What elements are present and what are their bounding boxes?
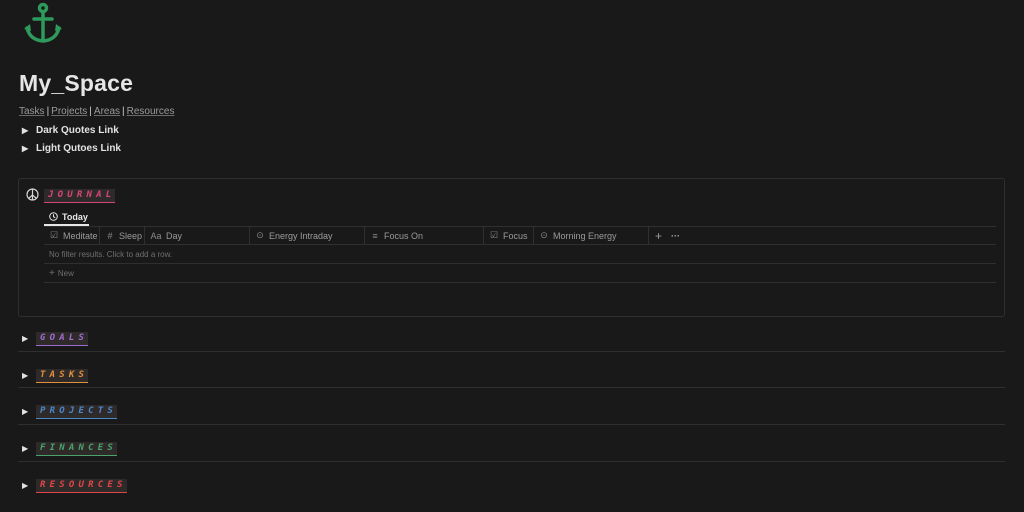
- section-heading-tasks: TASKS: [36, 369, 89, 383]
- toggle-triangle-icon[interactable]: ▶: [22, 334, 36, 343]
- column-label: Morning Energy: [553, 230, 617, 241]
- section-toggle-tasks[interactable]: ▶: [22, 368, 36, 382]
- toggle-triangle-icon[interactable]: ▶: [22, 481, 36, 490]
- column-label: Day: [166, 230, 183, 241]
- column-header-focus[interactable]: ☑ Focus: [484, 226, 534, 245]
- nav-link-tasks[interactable]: Tasks: [19, 106, 45, 117]
- list-icon: ≡: [372, 230, 378, 241]
- section-divider: [18, 424, 1005, 425]
- section-heading-projects: PROJECTS: [36, 405, 117, 419]
- journal-heading: JOURNAL: [44, 189, 116, 203]
- toggle-dark-quotes[interactable]: ▶ Dark Quotes Link: [22, 123, 119, 137]
- column-header-meditate[interactable]: ☑ Meditate: [44, 226, 100, 245]
- section-toggle-resources[interactable]: ▶: [22, 478, 36, 492]
- table-header-row: ☑ Meditate # Sleep Aa Day ⊙ Energy Intra…: [44, 226, 996, 245]
- peace-icon: [26, 188, 39, 201]
- section-toggle-goals[interactable]: ▶: [22, 331, 36, 345]
- more-options-button[interactable]: ···: [669, 227, 693, 245]
- nav-links: Tasks | Projects | Areas | Resources: [19, 106, 174, 117]
- nav-separator: |: [89, 106, 92, 117]
- section-divider: [18, 461, 1005, 462]
- section-toggle-projects[interactable]: ▶: [22, 404, 36, 418]
- nav-link-resources[interactable]: Resources: [127, 106, 175, 117]
- plus-icon: +: [655, 228, 663, 243]
- more-icon: ···: [671, 230, 680, 241]
- nav-separator: |: [122, 106, 125, 117]
- text-icon: Aa: [150, 230, 162, 241]
- section-toggle-finances[interactable]: ▶: [22, 441, 36, 455]
- column-label: Energy Intraday: [269, 230, 333, 241]
- column-label: Meditate: [63, 230, 98, 241]
- section-heading-resources: RESOURCES: [36, 479, 127, 493]
- plus-icon: +: [49, 268, 55, 279]
- nav-link-areas[interactable]: Areas: [94, 106, 120, 117]
- page-title: My_Space: [19, 70, 134, 96]
- select-icon: ⊙: [540, 230, 548, 240]
- column-header-sleep[interactable]: # Sleep: [100, 226, 145, 245]
- toggle-light-quotes[interactable]: ▶ Light Qutoes Link: [22, 141, 121, 155]
- section-divider: [18, 351, 1005, 352]
- column-header-morning-energy[interactable]: ⊙ Morning Energy: [534, 226, 649, 245]
- empty-filter-message[interactable]: No filter results. Click to add a row.: [44, 246, 996, 264]
- column-header-focus-on[interactable]: ≡ Focus On: [365, 226, 484, 245]
- number-icon: #: [107, 230, 113, 241]
- section-heading-finances: FINANCES: [36, 442, 117, 456]
- column-label: Focus: [503, 230, 528, 241]
- nav-link-projects[interactable]: Projects: [51, 106, 87, 117]
- toggle-label: Light Qutoes Link: [36, 142, 121, 154]
- toggle-triangle-icon[interactable]: ▶: [22, 371, 36, 380]
- column-label: Focus On: [384, 230, 424, 241]
- column-header-day[interactable]: Aa Day: [145, 226, 250, 245]
- toggle-triangle-icon[interactable]: ▶: [22, 144, 36, 153]
- checkbox-icon: ☑: [49, 230, 59, 240]
- toggle-triangle-icon[interactable]: ▶: [22, 444, 36, 453]
- column-header-energy-intraday[interactable]: ⊙ Energy Intraday: [250, 226, 365, 245]
- anchor-icon[interactable]: [22, 2, 64, 46]
- toggle-triangle-icon[interactable]: ▶: [22, 126, 36, 135]
- select-icon: ⊙: [256, 230, 264, 240]
- add-column-button[interactable]: +: [649, 227, 669, 245]
- checkbox-icon: ☑: [489, 230, 499, 240]
- tab-label: Today: [62, 211, 88, 222]
- column-label: Sleep: [119, 230, 143, 241]
- toggle-label: Dark Quotes Link: [36, 124, 119, 136]
- section-heading-goals: GOALS: [36, 332, 89, 346]
- toggle-triangle-icon[interactable]: ▶: [22, 407, 36, 416]
- new-row-label: New: [57, 269, 74, 278]
- section-divider: [18, 387, 1005, 388]
- new-row-button[interactable]: + New: [44, 265, 996, 283]
- clock-icon: [49, 212, 58, 221]
